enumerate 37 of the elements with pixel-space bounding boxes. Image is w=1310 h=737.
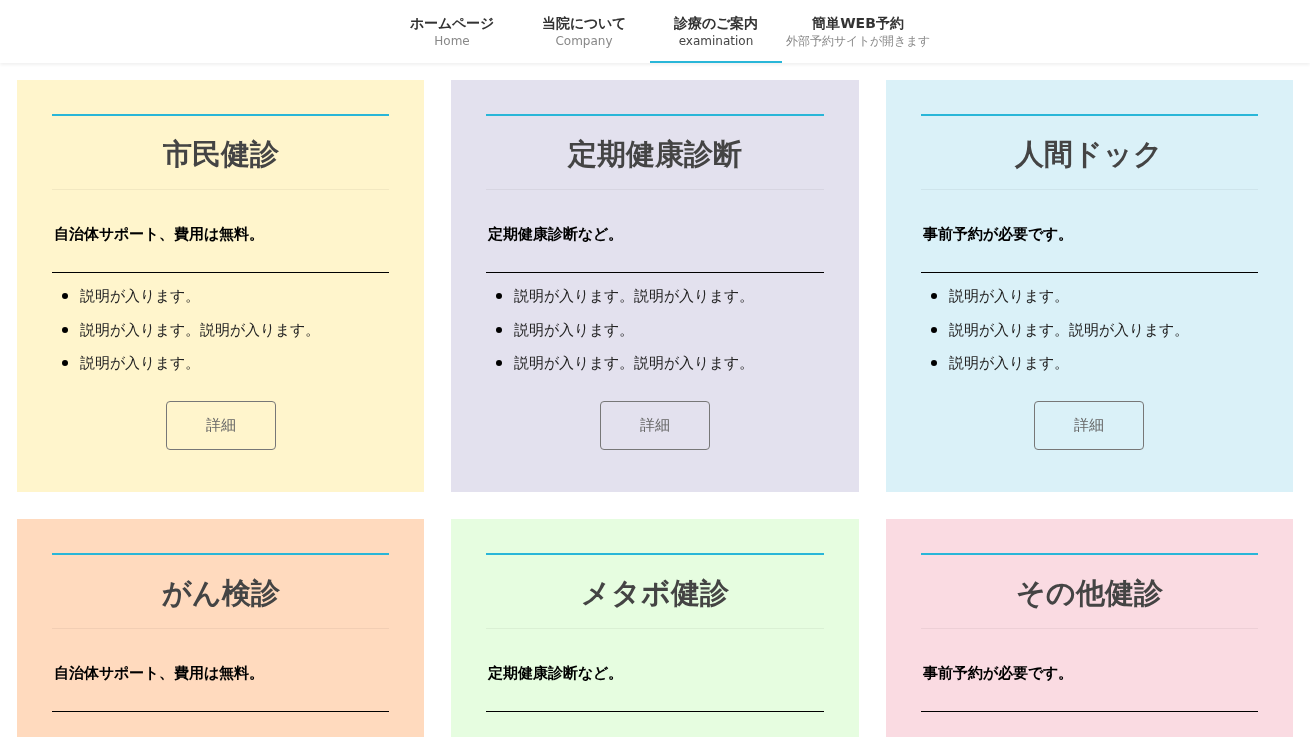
list-item: 説明が入ります。	[514, 319, 635, 341]
card-lead-text: 自治体サポート、費用は無料。	[52, 190, 390, 273]
list-item: 説明が入ります。説明が入ります。	[514, 286, 755, 307]
bullet-icon	[930, 293, 937, 300]
list-item: 説明が入ります。	[948, 286, 1069, 307]
details-button[interactable]: 詳細	[1034, 400, 1145, 450]
list-item: 説明が入ります。	[948, 353, 1069, 374]
card-title: その他健診	[920, 553, 1258, 629]
list-item: 説明が入ります。	[80, 286, 200, 307]
list-item: 説明が入ります。説明が入ります。	[948, 319, 1189, 341]
bullet-icon	[62, 360, 68, 367]
bullet-icon	[496, 293, 503, 300]
card-title: メタボ健診	[486, 553, 824, 629]
bullet-icon	[62, 326, 68, 333]
details-button[interactable]: 詳細	[165, 400, 276, 450]
details-button[interactable]: 詳細	[600, 400, 710, 450]
card-lead-text: 定期健康診断など。	[486, 629, 824, 712]
card-title: がん検診	[52, 553, 390, 629]
bullet-icon	[496, 360, 503, 367]
nav-tab[interactable]: ホームページ Home	[386, 0, 518, 63]
card-lead-text: 自治体サポート、費用は無料。	[52, 629, 390, 712]
bullet-icon	[930, 360, 937, 367]
bullet-icon	[496, 326, 503, 333]
nav-tab[interactable]: 診療のご案内 examination	[650, 0, 782, 63]
card-title: 人間ドック	[920, 114, 1258, 190]
bullet-icon	[62, 293, 68, 300]
bullet-icon	[930, 326, 937, 333]
list-item: 説明が入ります。説明が入ります。	[80, 319, 320, 341]
nav-tab[interactable]: 簡単WEB予約 外部予約サイトが開きます	[782, 0, 934, 63]
card-title: 市民健診	[52, 114, 390, 190]
card-lead-text: 事前予約が必要です。	[920, 629, 1258, 712]
list-item: 説明が入ります。説明が入ります。	[514, 353, 755, 374]
list-item: 説明が入ります。	[80, 353, 200, 374]
nav-tab[interactable]: 当院について Company	[518, 0, 650, 63]
card-lead-text: 定期健康診断など。	[486, 190, 824, 273]
card-lead-text: 事前予約が必要です。	[920, 190, 1258, 273]
card-title: 定期健康診断	[486, 114, 824, 190]
